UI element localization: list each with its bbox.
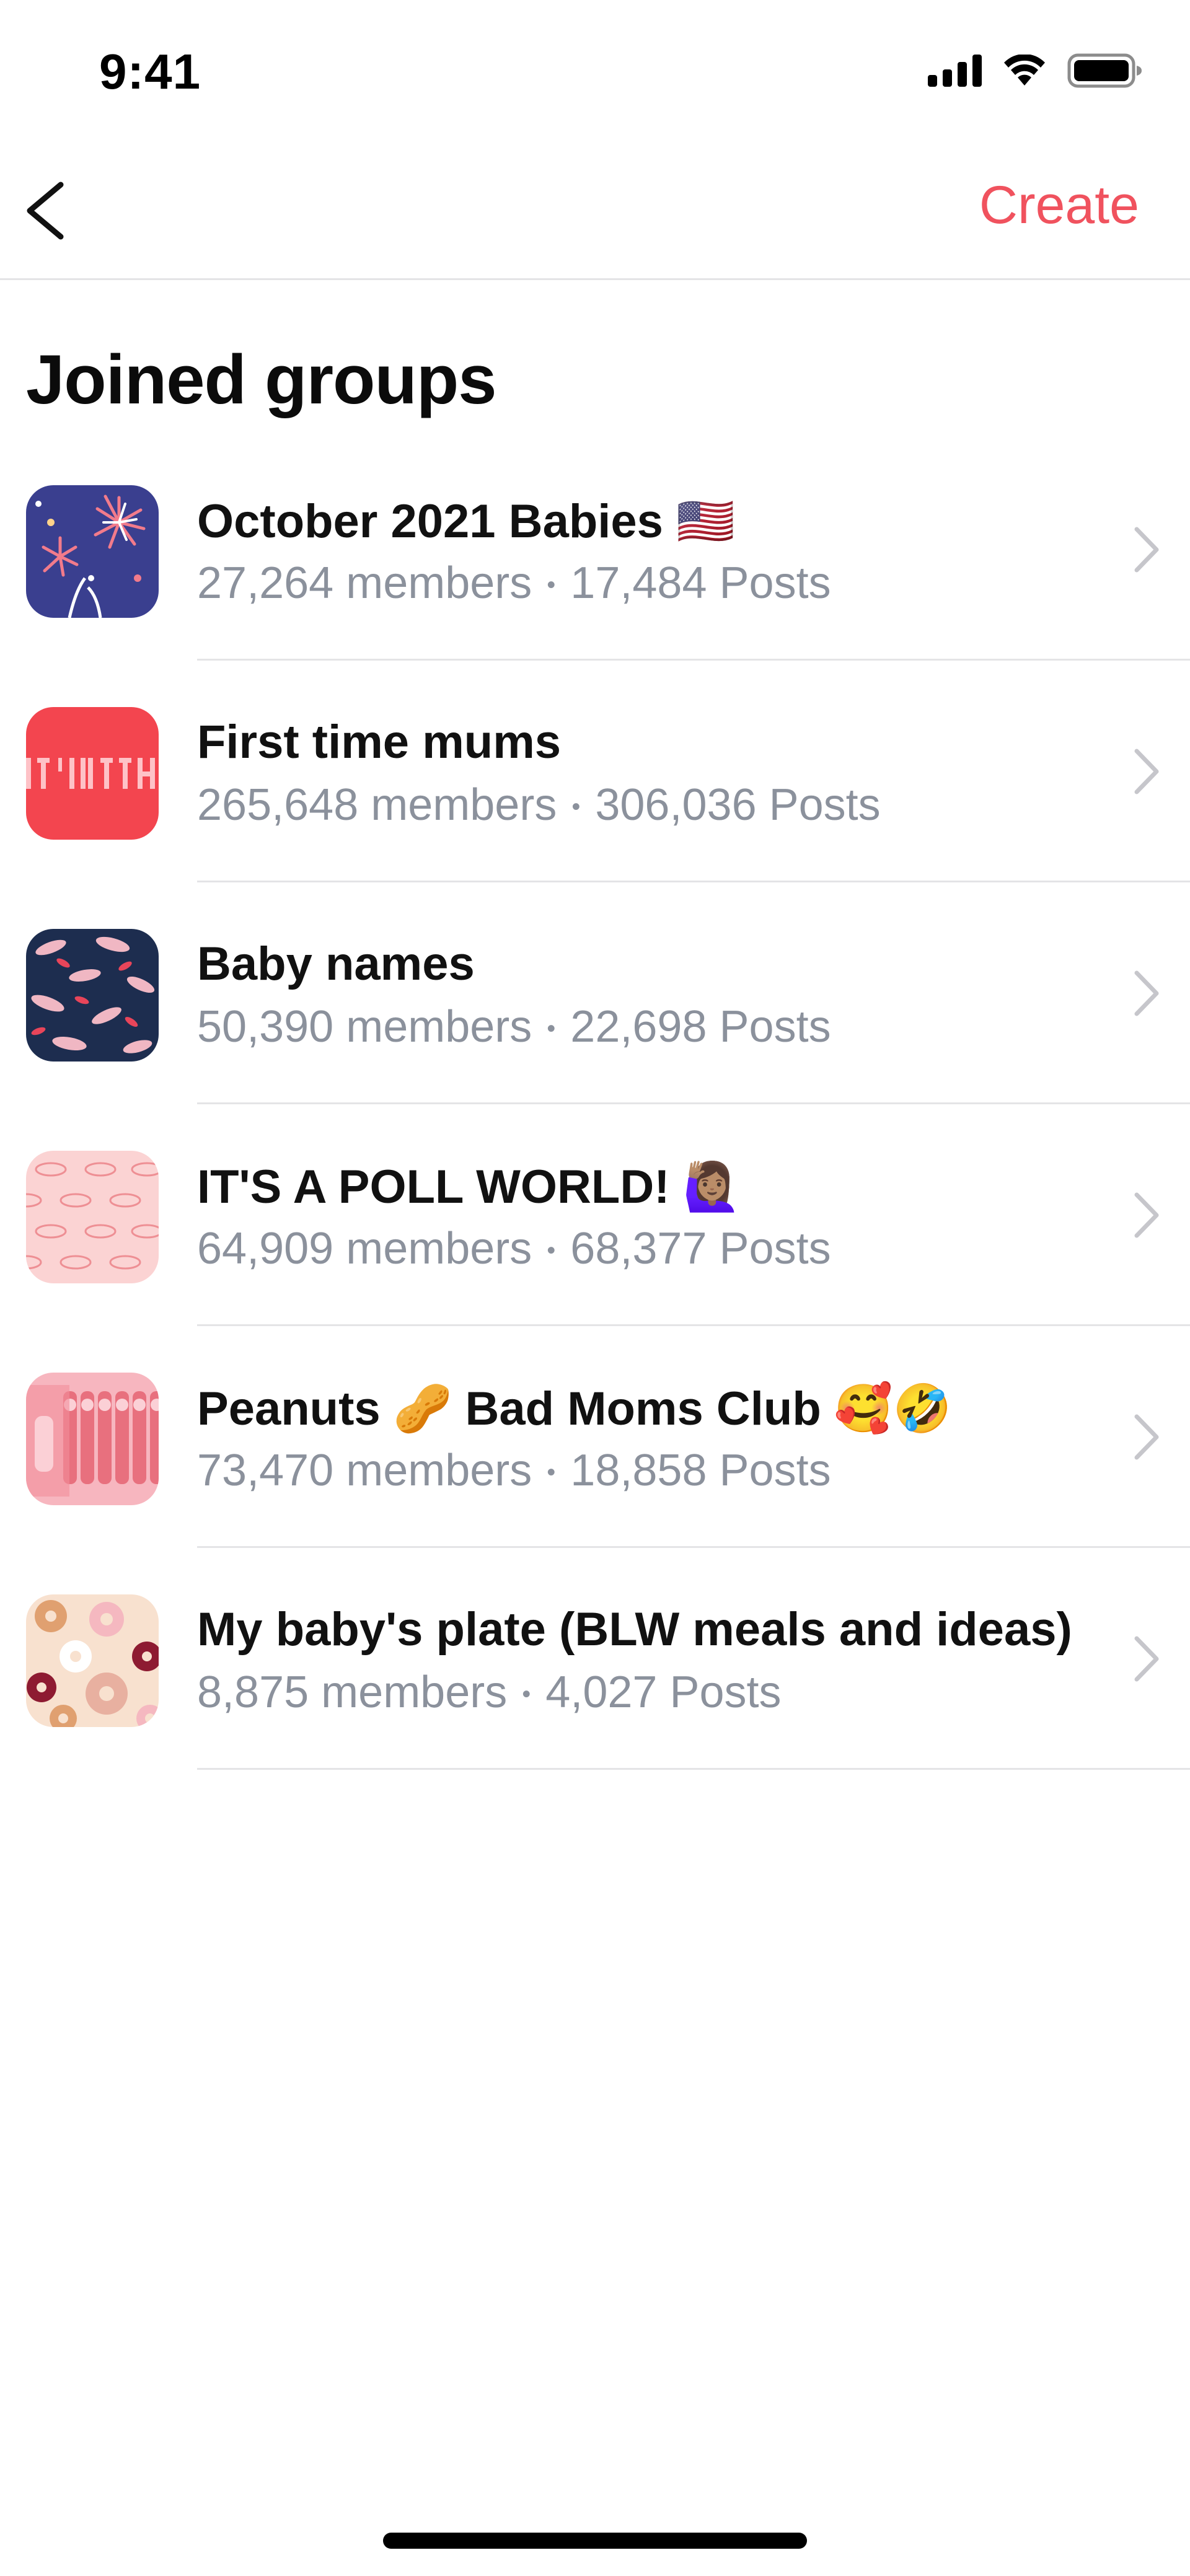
separator-dot: • xyxy=(522,1681,531,1708)
group-stats: 8,875 members • 4,027 Posts xyxy=(197,1667,782,1718)
chevron-right-icon xyxy=(1134,1414,1159,1460)
group-stats: 73,470 members • 18,858 Posts xyxy=(197,1445,831,1496)
pink-lips-pattern-avatar xyxy=(26,1151,159,1283)
group-name: IT'S A POLL WORLD! 🙋🏽‍♀️ xyxy=(197,1161,742,1213)
battery-icon xyxy=(1067,53,1142,88)
chevron-right-icon xyxy=(1134,749,1159,794)
post-count: 18,858 Posts xyxy=(570,1446,831,1495)
member-count: 8,875 members xyxy=(197,1668,508,1717)
chevron-right-icon xyxy=(1134,1636,1159,1682)
separator-dot: • xyxy=(547,1015,556,1042)
group-stats: 27,264 members • 17,484 Posts xyxy=(197,558,831,609)
member-count: 265,648 members xyxy=(197,780,557,830)
group-row-its-a-poll-world[interactable]: IT'S A POLL WORLD! 🙋🏽‍♀️ 64,909 members •… xyxy=(0,1104,1190,1326)
chevron-left-icon xyxy=(27,182,64,240)
navigation-bar: Create xyxy=(0,146,1190,280)
group-name: October 2021 Babies 🇺🇸 xyxy=(197,495,735,548)
group-row-october-2021-babies[interactable]: October 2021 Babies 🇺🇸 27,264 members • 17… xyxy=(0,439,1190,661)
status-icons xyxy=(928,53,1143,88)
post-count: 306,036 Posts xyxy=(595,780,881,830)
donuts-avatar xyxy=(26,1594,159,1727)
group-name: My baby's plate (BLW meals and ideas) xyxy=(197,1603,1072,1656)
home-indicator[interactable] xyxy=(383,2533,807,2549)
back-button[interactable] xyxy=(17,174,79,248)
red-text-pattern-avatar xyxy=(26,707,159,840)
post-count: 22,698 Posts xyxy=(570,1002,831,1052)
chevron-right-icon xyxy=(1134,1192,1159,1238)
joined-groups-list: October 2021 Babies 🇺🇸 27,264 members • 17… xyxy=(0,439,1190,1770)
post-count: 68,377 Posts xyxy=(570,1224,831,1273)
separator-dot: • xyxy=(547,571,556,599)
member-count: 50,390 members xyxy=(197,1002,532,1052)
row-divider xyxy=(197,1768,1190,1770)
group-name: Peanuts 🥜 Bad Moms Club 🥰🤣 xyxy=(197,1383,952,1435)
chevron-right-icon xyxy=(1134,970,1159,1016)
wifi-icon xyxy=(1004,55,1045,86)
post-count: 4,027 Posts xyxy=(545,1668,782,1717)
group-stats: 50,390 members • 22,698 Posts xyxy=(197,1001,831,1052)
status-time: 9:41 xyxy=(99,44,201,99)
group-stats: 64,909 members • 68,377 Posts xyxy=(197,1223,831,1274)
group-row-my-babys-plate[interactable]: My baby's plate (BLW meals and ideas) 8,… xyxy=(0,1548,1190,1770)
cellular-signal-icon xyxy=(928,55,982,87)
group-row-baby-names[interactable]: Baby names 50,390 members • 22,698 Posts xyxy=(0,882,1190,1104)
status-bar: 9:41 xyxy=(0,0,1190,146)
fireworks-avatar xyxy=(26,485,159,618)
group-row-peanuts-bad-moms-club[interactable]: Peanuts 🥜 Bad Moms Club 🥰🤣 73,470 member… xyxy=(0,1326,1190,1548)
group-row-first-time-mums[interactable]: First time mums 265,648 members • 306,036 … xyxy=(0,661,1190,882)
page-title: Joined groups xyxy=(26,341,497,418)
separator-dot: • xyxy=(547,1237,556,1264)
member-count: 73,470 members xyxy=(197,1446,532,1495)
member-count: 64,909 members xyxy=(197,1224,532,1273)
create-button[interactable]: Create xyxy=(979,175,1139,236)
group-name: Baby names xyxy=(197,938,475,990)
separator-dot: • xyxy=(571,793,581,820)
group-stats: 265,648 members • 306,036 Posts xyxy=(197,780,881,830)
member-count: 27,264 members xyxy=(197,558,532,608)
group-name: First time mums xyxy=(197,716,562,768)
separator-dot: • xyxy=(547,1459,556,1486)
chevron-right-icon xyxy=(1134,527,1159,573)
navy-lips-pattern-avatar xyxy=(26,929,159,1062)
pink-figures-avatar xyxy=(26,1373,159,1505)
post-count: 17,484 Posts xyxy=(570,558,831,608)
